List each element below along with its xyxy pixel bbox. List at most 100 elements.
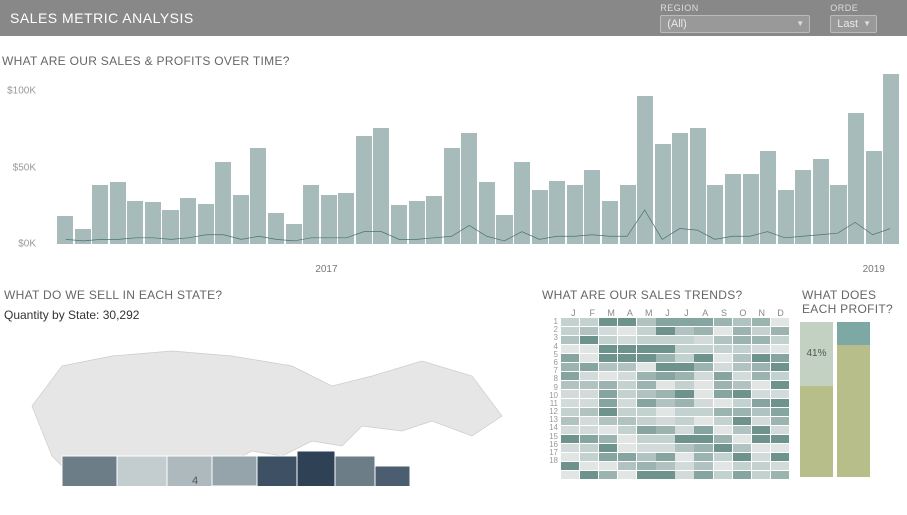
heatmap-cell[interactable] [561, 471, 579, 479]
heatmap-cell[interactable] [675, 399, 693, 407]
heatmap-cell[interactable] [599, 399, 617, 407]
heatmap-cell[interactable] [752, 336, 770, 344]
heatmap-cell[interactable] [733, 390, 751, 398]
heatmap-cell[interactable] [599, 444, 617, 452]
heatmap-cell[interactable] [580, 399, 598, 407]
heatmap-cell[interactable] [675, 336, 693, 344]
heatmap-cell[interactable] [733, 471, 751, 479]
heatmap-cell[interactable] [752, 390, 770, 398]
heatmap-cell[interactable] [771, 417, 789, 425]
heatmap-cell[interactable] [771, 381, 789, 389]
heatmap-cell[interactable] [637, 417, 655, 425]
heatmap-cell[interactable] [561, 417, 579, 425]
heatmap-cell[interactable] [733, 381, 751, 389]
heatmap-cell[interactable] [675, 435, 693, 443]
heatmap-cell[interactable] [637, 372, 655, 380]
heatmap-cell[interactable] [675, 444, 693, 452]
heatmap-cell[interactable] [637, 363, 655, 371]
heatmap-cell[interactable] [656, 408, 674, 416]
heatmap-cell[interactable] [675, 354, 693, 362]
heatmap-cell[interactable] [618, 318, 636, 326]
heatmap-cell[interactable] [733, 318, 751, 326]
heatmap-cell[interactable] [675, 417, 693, 425]
heatmap-cell[interactable] [714, 471, 732, 479]
heatmap-cell[interactable] [580, 327, 598, 335]
heatmap-cell[interactable] [656, 462, 674, 470]
heatmap-cell[interactable] [561, 318, 579, 326]
heatmap-cell[interactable] [733, 354, 751, 362]
heatmap-cell[interactable] [714, 444, 732, 452]
heatmap-cell[interactable] [599, 390, 617, 398]
heatmap-cell[interactable] [561, 363, 579, 371]
heatmap-cell[interactable] [561, 435, 579, 443]
heatmap-cell[interactable] [752, 417, 770, 425]
heatmap-cell[interactable] [694, 399, 712, 407]
heatmap-cell[interactable] [656, 381, 674, 389]
heatmap-cell[interactable] [599, 363, 617, 371]
heatmap-cell[interactable] [675, 345, 693, 353]
heatmap-cell[interactable] [656, 471, 674, 479]
heatmap-cell[interactable] [561, 390, 579, 398]
heatmap-cell[interactable] [675, 462, 693, 470]
heatmap-cell[interactable] [694, 444, 712, 452]
heatmap-cell[interactable] [714, 390, 732, 398]
heatmap-cell[interactable] [771, 390, 789, 398]
heatmap-cell[interactable] [637, 399, 655, 407]
heatmap-cell[interactable] [733, 327, 751, 335]
heatmap-cell[interactable] [561, 336, 579, 344]
heatmap-cell[interactable] [618, 372, 636, 380]
heatmap-cell[interactable] [752, 399, 770, 407]
heatmap-cell[interactable] [771, 345, 789, 353]
heatmap-cell[interactable] [656, 435, 674, 443]
heatmap-cell[interactable] [599, 354, 617, 362]
heatmap-cell[interactable] [580, 471, 598, 479]
heatmap-cell[interactable] [675, 408, 693, 416]
heatmap-cell[interactable] [580, 462, 598, 470]
heatmap-cell[interactable] [733, 408, 751, 416]
heatmap-cell[interactable] [580, 372, 598, 380]
heatmap-cell[interactable] [637, 381, 655, 389]
heatmap-cell[interactable] [561, 381, 579, 389]
heatmap-cell[interactable] [752, 408, 770, 416]
heatmap-cell[interactable] [714, 453, 732, 461]
heatmap-cell[interactable] [694, 336, 712, 344]
heatmap-cell[interactable] [714, 363, 732, 371]
heatmap-cell[interactable] [618, 462, 636, 470]
heatmap-cell[interactable] [694, 471, 712, 479]
heatmap-cell[interactable] [656, 354, 674, 362]
heatmap-cell[interactable] [771, 444, 789, 452]
heatmap-cell[interactable] [599, 327, 617, 335]
heatmap-cell[interactable] [656, 327, 674, 335]
heatmap-cell[interactable] [733, 363, 751, 371]
heatmap-cell[interactable] [675, 426, 693, 434]
heatmap-cell[interactable] [561, 399, 579, 407]
heatmap-cell[interactable] [618, 408, 636, 416]
heatmap-cell[interactable] [599, 453, 617, 461]
heatmap-cell[interactable] [599, 408, 617, 416]
heatmap-cell[interactable] [714, 372, 732, 380]
heatmap-cell[interactable] [675, 390, 693, 398]
heatmap-cell[interactable] [714, 327, 732, 335]
heatmap-cell[interactable] [675, 363, 693, 371]
stack-segment[interactable] [800, 386, 833, 477]
heatmap-cell[interactable] [694, 327, 712, 335]
heatmap-cell[interactable] [656, 336, 674, 344]
heatmap-cell[interactable] [752, 354, 770, 362]
heatmap-cell[interactable] [599, 426, 617, 434]
heatmap-cell[interactable] [561, 327, 579, 335]
heatmap-cell[interactable] [771, 363, 789, 371]
heatmap-cell[interactable] [771, 426, 789, 434]
heatmap-cell[interactable] [694, 426, 712, 434]
heatmap-cell[interactable] [580, 390, 598, 398]
heatmap-cell[interactable] [561, 462, 579, 470]
heatmap-cell[interactable] [599, 417, 617, 425]
heatmap-cell[interactable] [694, 453, 712, 461]
heatmap-cell[interactable] [618, 399, 636, 407]
heatmap-cell[interactable] [733, 426, 751, 434]
heatmap-cell[interactable] [618, 345, 636, 353]
heatmap-cell[interactable] [561, 372, 579, 380]
heatmap-cell[interactable] [733, 372, 751, 380]
heatmap-cell[interactable] [656, 372, 674, 380]
heatmap-cell[interactable] [637, 345, 655, 353]
heatmap-cell[interactable] [580, 381, 598, 389]
